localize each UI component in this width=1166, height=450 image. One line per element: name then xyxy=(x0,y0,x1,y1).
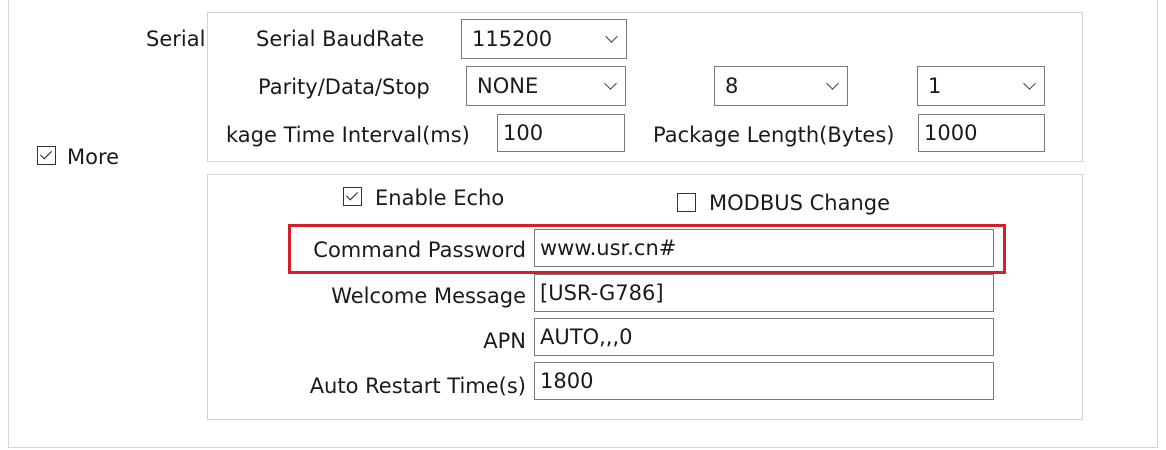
parity-select[interactable]: NONE xyxy=(466,66,626,106)
enable-echo-checkbox[interactable] xyxy=(343,187,362,206)
command-password-input[interactable]: www.usr.cn# xyxy=(534,229,994,267)
stop-bits-value: 1 xyxy=(928,74,942,98)
baudrate-select[interactable]: 115200 xyxy=(461,19,627,59)
chevron-down-icon xyxy=(1023,77,1036,90)
welcome-message-input[interactable]: [USR-G786] xyxy=(534,274,994,312)
package-time-input[interactable]: 100 xyxy=(497,114,625,152)
welcome-message-label: Welcome Message xyxy=(331,284,526,308)
apn-input[interactable]: AUTO,,,0 xyxy=(534,318,994,356)
package-length-label: Package Length(Bytes) xyxy=(653,123,895,147)
chevron-down-icon xyxy=(605,30,618,43)
enable-echo-label: Enable Echo xyxy=(375,186,505,210)
chevron-down-icon xyxy=(826,77,839,90)
chevron-down-icon xyxy=(604,77,617,90)
parity-value: NONE xyxy=(477,74,539,98)
settings-panel: More Serial Serial BaudRate 115200 Parit… xyxy=(0,0,1166,450)
modbus-change-label: MODBUS Change xyxy=(709,191,891,215)
package-length-input[interactable]: 1000 xyxy=(918,114,1045,152)
more-checkbox[interactable] xyxy=(37,146,56,165)
apn-label: APN xyxy=(483,329,526,353)
data-bits-select[interactable]: 8 xyxy=(714,66,848,106)
more-label: More xyxy=(67,145,120,169)
serial-section-label: Serial xyxy=(146,27,206,51)
stop-bits-select[interactable]: 1 xyxy=(917,66,1045,106)
parity-data-stop-label: Parity/Data/Stop xyxy=(258,75,430,99)
package-time-label: kage Time Interval(ms) xyxy=(226,123,470,147)
baudrate-label: Serial BaudRate xyxy=(256,27,425,51)
data-bits-value: 8 xyxy=(725,74,739,98)
command-password-label: Command Password xyxy=(313,238,526,262)
modbus-change-checkbox[interactable] xyxy=(677,193,696,212)
auto-restart-input[interactable]: 1800 xyxy=(534,362,994,400)
auto-restart-label: Auto Restart Time(s) xyxy=(309,374,526,398)
baudrate-value: 115200 xyxy=(472,27,553,51)
